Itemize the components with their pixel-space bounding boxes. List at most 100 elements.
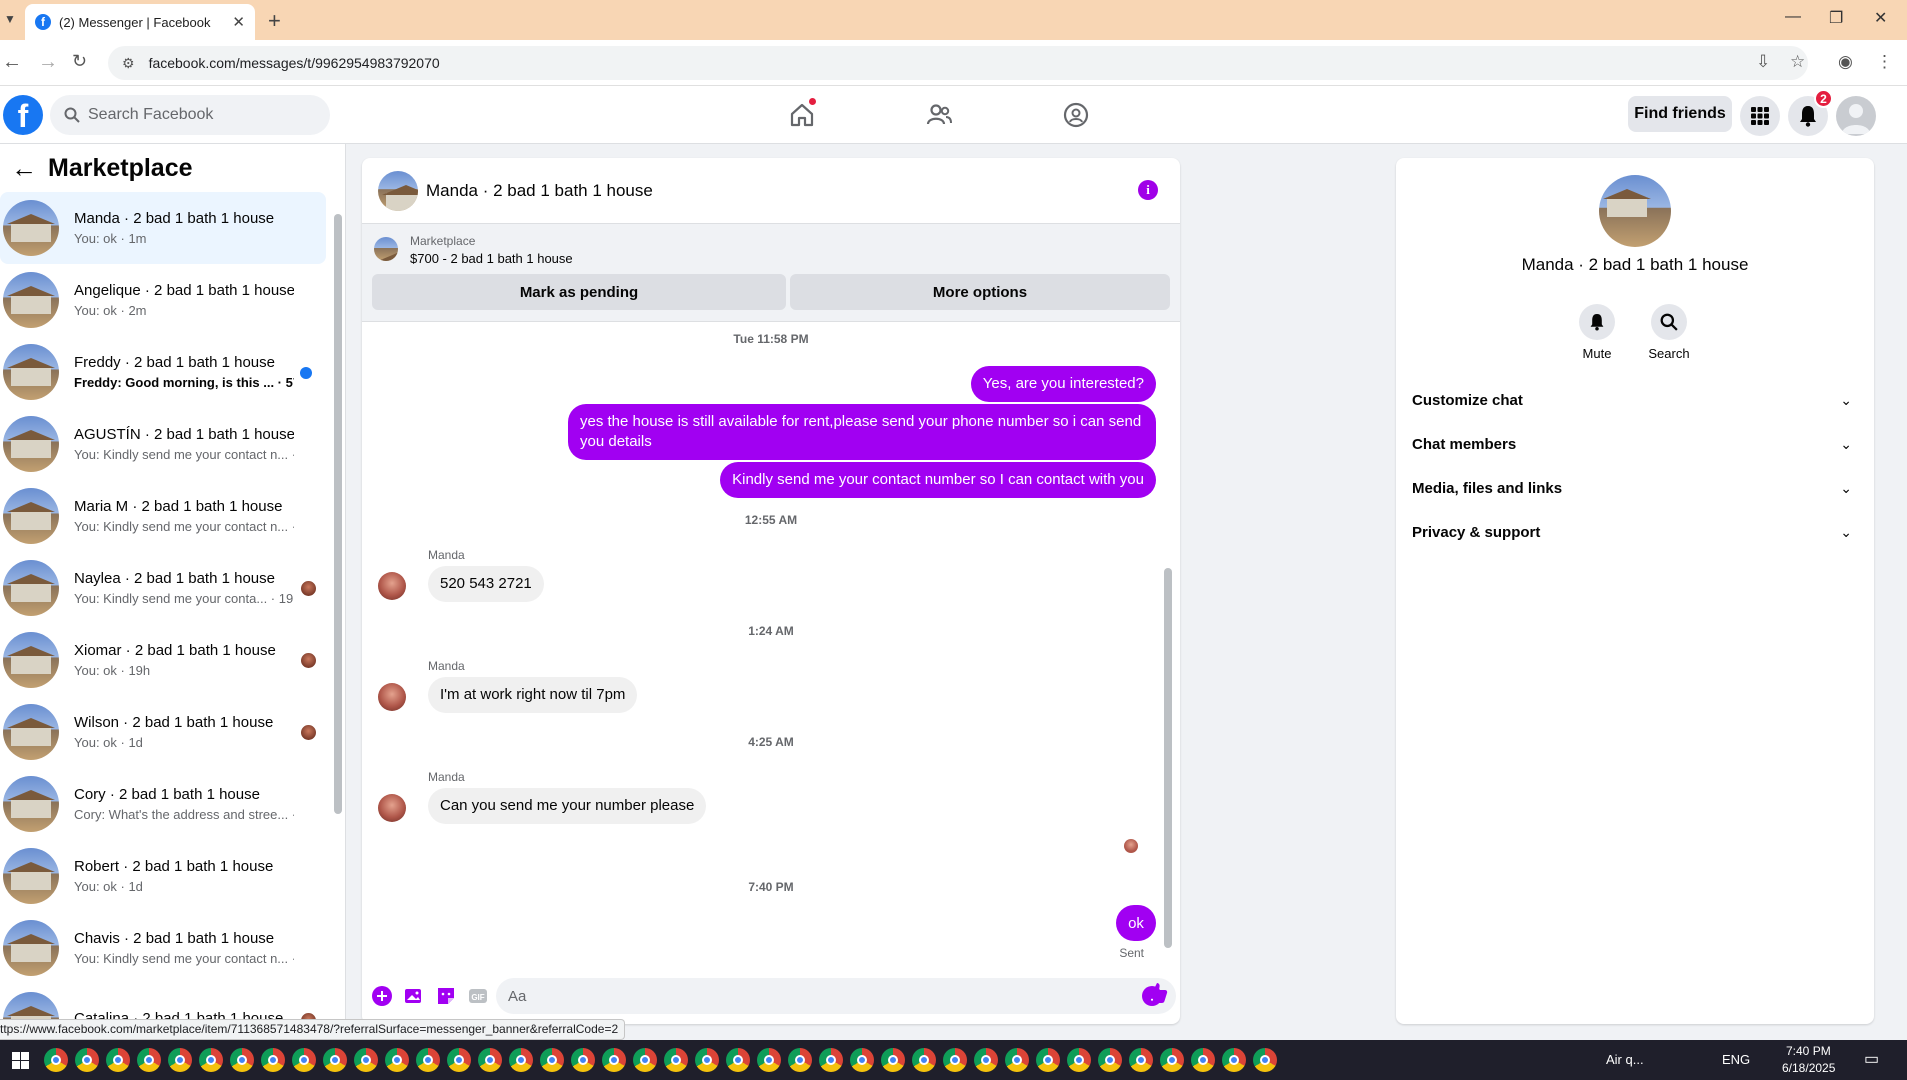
- chrome-app-icon[interactable]: [447, 1048, 471, 1072]
- chrome-app-icon[interactable]: [974, 1048, 998, 1072]
- chat-members-section[interactable]: Chat members ⌄: [1404, 422, 1866, 466]
- outgoing-message[interactable]: yes the house is still available for ren…: [568, 404, 1156, 460]
- incoming-message[interactable]: 520 543 2721: [428, 566, 544, 602]
- browser-tab[interactable]: f (2) Messenger | Facebook ✕: [25, 4, 255, 40]
- chrome-app-icon[interactable]: [292, 1048, 316, 1072]
- chat-list-item[interactable]: Naylea · 2 bad 1 bath 1 house You: Kindly…: [0, 552, 326, 624]
- chrome-app-icon[interactable]: [757, 1048, 781, 1072]
- close-tab-icon[interactable]: ✕: [232, 13, 245, 31]
- chat-list-item[interactable]: Xiomar · 2 bad 1 bath 1 house You: ok · 1…: [0, 624, 326, 696]
- chrome-app-icon[interactable]: [323, 1048, 347, 1072]
- chrome-app-icon[interactable]: [633, 1048, 657, 1072]
- chat-list-item[interactable]: AGUSTÍN · 2 bad 1 bath 1 house You: Kindl…: [0, 408, 326, 480]
- chrome-app-icon[interactable]: [943, 1048, 967, 1072]
- back-icon[interactable]: ←: [2, 51, 22, 74]
- chrome-app-icon[interactable]: [1098, 1048, 1122, 1072]
- customize-chat-section[interactable]: Customize chat ⌄: [1404, 378, 1866, 422]
- chrome-app-icon[interactable]: [230, 1048, 254, 1072]
- conversation-title[interactable]: Manda · 2 bad 1 bath 1 house: [426, 181, 653, 201]
- clock-date[interactable]: 6/18/2025: [1782, 1061, 1835, 1075]
- chrome-app-icon[interactable]: [912, 1048, 936, 1072]
- chrome-app-icon[interactable]: [1191, 1048, 1215, 1072]
- listing-thumbnail[interactable]: [374, 237, 398, 261]
- chat-list-item[interactable]: Manda · 2 bad 1 bath 1 house You: ok · 1m: [0, 192, 326, 264]
- details-avatar[interactable]: [1599, 175, 1671, 247]
- restore-icon[interactable]: ❐: [1829, 8, 1843, 28]
- listing-price[interactable]: $700 - 2 bad 1 bath 1 house: [410, 251, 573, 266]
- facebook-search[interactable]: [50, 95, 330, 135]
- scrollbar-thumb[interactable]: [334, 214, 342, 814]
- address-bar[interactable]: ⚙ facebook.com/messages/t/99629549837920…: [108, 46, 1808, 80]
- info-icon[interactable]: i: [1138, 180, 1158, 200]
- thread-scrollbar[interactable]: [1164, 328, 1172, 964]
- chat-list-item[interactable]: Cory · 2 bad 1 bath 1 house Cory: What's …: [0, 768, 326, 840]
- chrome-app-icon[interactable]: [726, 1048, 750, 1072]
- privacy-support-section[interactable]: Privacy & support ⌄: [1404, 510, 1866, 554]
- chat-list-item[interactable]: Chavis · 2 bad 1 bath 1 house You: Kindly…: [0, 912, 326, 984]
- chrome-app-icon[interactable]: [664, 1048, 688, 1072]
- bookmark-star-icon[interactable]: ☆: [1790, 52, 1805, 72]
- sticker-button[interactable]: [430, 980, 462, 1012]
- media-files-links-section[interactable]: Media, files and links ⌄: [1404, 466, 1866, 510]
- mark-as-pending-button[interactable]: Mark as pending: [372, 274, 786, 310]
- scrollbar-thumb[interactable]: [1164, 568, 1172, 948]
- menu-button[interactable]: [1740, 96, 1780, 136]
- chrome-app-icon[interactable]: [1036, 1048, 1060, 1072]
- attach-photo-button[interactable]: [398, 980, 430, 1012]
- site-info-icon[interactable]: ⚙: [122, 55, 135, 72]
- friends-nav-button[interactable]: [922, 98, 956, 132]
- message-input[interactable]: [508, 987, 1118, 1005]
- weather-widget[interactable]: Air q...: [1606, 1052, 1644, 1067]
- chrome-app-icon[interactable]: [788, 1048, 812, 1072]
- chrome-app-icon[interactable]: [602, 1048, 626, 1072]
- chrome-app-icon[interactable]: [509, 1048, 533, 1072]
- new-tab-icon[interactable]: +: [268, 8, 281, 34]
- groups-nav-button[interactable]: [1059, 98, 1093, 132]
- chrome-app-icon[interactable]: [1005, 1048, 1029, 1072]
- chrome-app-icon[interactable]: [416, 1048, 440, 1072]
- search-input[interactable]: [88, 106, 308, 124]
- facebook-logo[interactable]: f: [3, 95, 43, 135]
- find-friends-button[interactable]: Find friends: [1628, 96, 1732, 132]
- chrome-app-icon[interactable]: [819, 1048, 843, 1072]
- sender-avatar[interactable]: [378, 683, 406, 711]
- windows-start-icon[interactable]: [12, 1052, 29, 1069]
- conversation-avatar[interactable]: [378, 170, 418, 211]
- chrome-app-icon[interactable]: [261, 1048, 285, 1072]
- chrome-app-icon[interactable]: [199, 1048, 223, 1072]
- notification-center-icon[interactable]: ▭: [1864, 1049, 1879, 1069]
- outgoing-message[interactable]: ok: [1116, 905, 1156, 941]
- back-arrow-icon[interactable]: ←: [8, 153, 40, 184]
- chrome-app-icon[interactable]: [1160, 1048, 1184, 1072]
- chrome-app-icon[interactable]: [1067, 1048, 1091, 1072]
- chrome-app-icon[interactable]: [1129, 1048, 1153, 1072]
- chrome-app-icon[interactable]: [168, 1048, 192, 1072]
- chrome-app-icon[interactable]: [1222, 1048, 1246, 1072]
- chrome-app-icon[interactable]: [137, 1048, 161, 1072]
- incoming-message[interactable]: I'm at work right now til 7pm: [428, 677, 638, 713]
- chrome-app-icon[interactable]: [385, 1048, 409, 1072]
- thumbs-up-icon[interactable]: [1146, 982, 1168, 1004]
- mute-button[interactable]: Mute: [1567, 304, 1627, 361]
- incoming-message[interactable]: Can you send me your number please: [428, 788, 707, 824]
- close-window-icon[interactable]: ✕: [1874, 8, 1887, 28]
- account-avatar[interactable]: [1836, 96, 1876, 136]
- forward-icon[interactable]: →: [38, 51, 58, 74]
- minimize-icon[interactable]: —: [1785, 8, 1801, 26]
- more-actions-button[interactable]: [366, 980, 398, 1012]
- browser-menu-icon[interactable]: ⋮: [1876, 52, 1893, 72]
- chat-list-item[interactable]: Freddy · 2 bad 1 bath 1 house Freddy: Goo…: [0, 336, 326, 408]
- chrome-app-icon[interactable]: [850, 1048, 874, 1072]
- chat-list-scrollbar[interactable]: [334, 204, 342, 814]
- outgoing-message[interactable]: Yes, are you interested?: [970, 366, 1156, 402]
- chat-list-item[interactable]: Robert · 2 bad 1 bath 1 house You: ok · 1…: [0, 840, 326, 912]
- chrome-app-icon[interactable]: [571, 1048, 595, 1072]
- clock-time[interactable]: 7:40 PM: [1786, 1044, 1831, 1058]
- sender-avatar[interactable]: [378, 572, 406, 600]
- chrome-app-icon[interactable]: [354, 1048, 378, 1072]
- chrome-app-icon[interactable]: [695, 1048, 719, 1072]
- chrome-app-icon[interactable]: [478, 1048, 502, 1072]
- chrome-app-icon[interactable]: [540, 1048, 564, 1072]
- search-conversation-button[interactable]: Search: [1639, 304, 1699, 361]
- chat-list-item[interactable]: Angelique · 2 bad 1 bath 1 house You: ok …: [0, 264, 326, 336]
